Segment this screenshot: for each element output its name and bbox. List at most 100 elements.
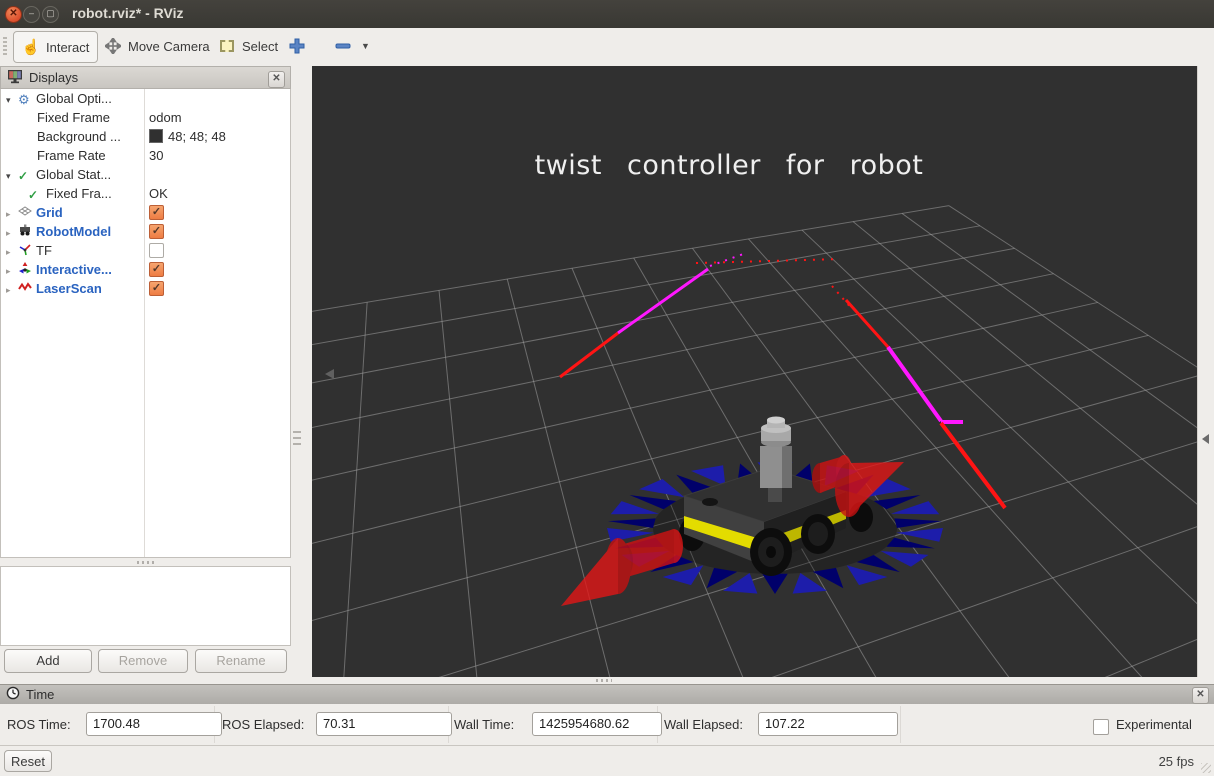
time-field-input-wall-elapsed[interactable]: 107.22 — [758, 712, 898, 736]
tree-label: Fixed Fra... — [46, 186, 112, 201]
laser-scan-icon — [18, 280, 36, 299]
status-bar: Reset 25 fps — [0, 745, 1214, 776]
time-field-label: ROS Time: — [7, 717, 71, 732]
remove-button[interactable]: Remove — [98, 649, 188, 673]
grid-icon — [18, 204, 36, 223]
time-panel-header[interactable]: Time ✕ — [0, 684, 1214, 704]
viewport-3d[interactable]: twist controller for robot — [312, 66, 1197, 677]
tree-row-grid[interactable]: ▸ Grid ✓ — [1, 203, 290, 222]
time-field-label: Wall Elapsed: — [664, 717, 743, 732]
tree-row-fixed-frame[interactable]: Fixed Frame odom — [1, 108, 290, 127]
expand-arrow-icon[interactable]: ▸ — [6, 281, 18, 300]
horizontal-splitter[interactable] — [0, 677, 1214, 684]
minus-icon — [334, 37, 352, 55]
dock-collapse-arrow-icon[interactable] — [325, 369, 334, 379]
add-button[interactable]: Add — [4, 649, 92, 673]
interactive-markers-icon — [18, 261, 36, 280]
display-enabled-checkbox[interactable] — [149, 243, 164, 258]
fps-counter: 25 fps — [1158, 754, 1194, 769]
dropdown-caret-icon: ▼ — [361, 41, 370, 51]
tree-row-tf[interactable]: ▸ TF — [1, 241, 290, 260]
display-enabled-checkbox[interactable]: ✓ — [149, 262, 164, 277]
window-maximize-button[interactable]: ▢ — [42, 6, 59, 23]
tool-label: Select — [242, 38, 279, 54]
grid-plane — [312, 205, 1197, 677]
resize-grip[interactable] — [1201, 763, 1211, 773]
tool-interact[interactable]: ☝ Interact — [13, 31, 99, 63]
right-dock-strip[interactable] — [1197, 66, 1214, 677]
tool-select[interactable]: Select — [210, 31, 286, 61]
displays-splitter[interactable] — [0, 558, 291, 566]
toolbar: ☝ Interact Move Camera Select ▼ — [0, 28, 1214, 67]
display-enabled-checkbox[interactable]: ✓ — [149, 224, 164, 239]
tree-row-fixed-fra[interactable]: ✓ Fixed Fra... OK — [1, 184, 290, 203]
tree-row-robotmodel[interactable]: ▸ RobotModel ✓ — [1, 222, 290, 241]
tf-axes-icon — [18, 242, 36, 261]
tree-label: TF — [36, 243, 52, 258]
tree-row-global-stat[interactable]: ▾ ✓ Global Stat... — [1, 165, 290, 184]
tree-label: RobotModel — [36, 224, 112, 239]
tree-label: Background ... — [37, 129, 121, 144]
toolbar-drag-handle[interactable] — [3, 37, 7, 57]
tree-label: Grid — [36, 205, 63, 220]
experimental-label: Experimental — [1116, 717, 1192, 732]
window-title: robot.rviz* - RViz — [72, 5, 184, 21]
time-field-input-ros-elapsed[interactable]: 70.31 — [316, 712, 452, 736]
tool-label: Interact — [46, 39, 90, 55]
left-dock-splitter[interactable] — [291, 66, 312, 677]
time-field-label: Wall Time: — [454, 717, 515, 732]
rename-button[interactable]: Rename — [195, 649, 287, 673]
check-icon: ✓ — [18, 168, 29, 183]
titlebar: ✕ – ▢ robot.rviz* - RViz — [0, 0, 1214, 28]
dock-expand-arrow-icon[interactable] — [1202, 434, 1209, 444]
window-close-button[interactable]: ✕ — [5, 6, 22, 23]
time-panel-body: Experimental ROS Time: 1700.48 ROS Elapsed… — [0, 704, 1214, 745]
property-value[interactable]: odom — [149, 108, 182, 127]
window-minimize-button[interactable]: – — [23, 6, 40, 23]
time-panel-title: Time — [26, 687, 55, 702]
field-separator — [900, 706, 901, 743]
property-value[interactable]: 30 — [149, 146, 163, 165]
property-value[interactable]: OK — [149, 184, 168, 203]
property-value[interactable]: 48; 48; 48 — [149, 127, 226, 146]
tree-row-laserscan[interactable]: ▸ LaserScan ✓ — [1, 279, 290, 298]
check-icon: ✓ — [28, 187, 39, 202]
splitter-grip[interactable] — [293, 431, 301, 447]
move-arrows-icon — [104, 37, 122, 55]
tree-label: Fixed Frame — [37, 110, 110, 125]
remove-tool-button[interactable]: ▼ — [326, 31, 378, 61]
tree-row-interactive[interactable]: ▸ Interactive... ✓ — [1, 260, 290, 279]
experimental-checkbox[interactable] — [1093, 719, 1109, 735]
time-close-button[interactable]: ✕ — [1192, 687, 1209, 704]
viewport-overlay-text: twist controller for robot — [534, 150, 924, 181]
tree-row-background[interactable]: Background ... 48; 48; 48 — [1, 127, 290, 146]
tree-label: Global Stat... — [36, 167, 112, 182]
tree-label: Interactive... — [36, 262, 112, 277]
add-tool-button[interactable] — [280, 31, 314, 61]
tree-row-global-opti[interactable]: ▾ ⚙ Global Opti... — [1, 89, 290, 108]
displays-buttons-row: Add Remove Rename — [0, 646, 291, 677]
reset-button[interactable]: Reset — [4, 750, 52, 772]
displays-close-button[interactable]: ✕ — [268, 71, 285, 88]
color-swatch — [149, 129, 163, 143]
displays-panel: Displays ✕ ▾ ⚙ Global Opti... Fixed Frame od… — [0, 66, 291, 677]
time-field-input-ros-time[interactable]: 1700.48 — [86, 712, 222, 736]
gear-icon: ⚙ — [18, 92, 30, 108]
displays-tree[interactable]: ▾ ⚙ Global Opti... Fixed Frame odom Backgroun… — [0, 89, 291, 558]
robot-model-icon — [18, 223, 36, 242]
display-description-pane — [0, 566, 291, 646]
tree-row-frame-rate[interactable]: Frame Rate 30 — [1, 146, 290, 165]
tree-label: Global Opti... — [36, 91, 112, 106]
plus-icon — [288, 37, 306, 55]
tool-label: Move Camera — [128, 38, 210, 54]
displays-panel-header[interactable]: Displays ✕ — [0, 66, 291, 89]
tool-move-camera[interactable]: Move Camera — [96, 31, 218, 61]
time-field-label: ROS Elapsed: — [222, 717, 305, 732]
time-field-input-wall-time[interactable]: 1425954680.62 — [532, 712, 662, 736]
clock-icon — [6, 686, 20, 703]
hand-pointer-icon: ☝ — [21, 39, 41, 56]
displays-panel-title: Displays — [29, 70, 79, 85]
displays-monitor-icon — [7, 69, 23, 87]
display-enabled-checkbox[interactable]: ✓ — [149, 281, 164, 296]
display-enabled-checkbox[interactable]: ✓ — [149, 205, 164, 220]
